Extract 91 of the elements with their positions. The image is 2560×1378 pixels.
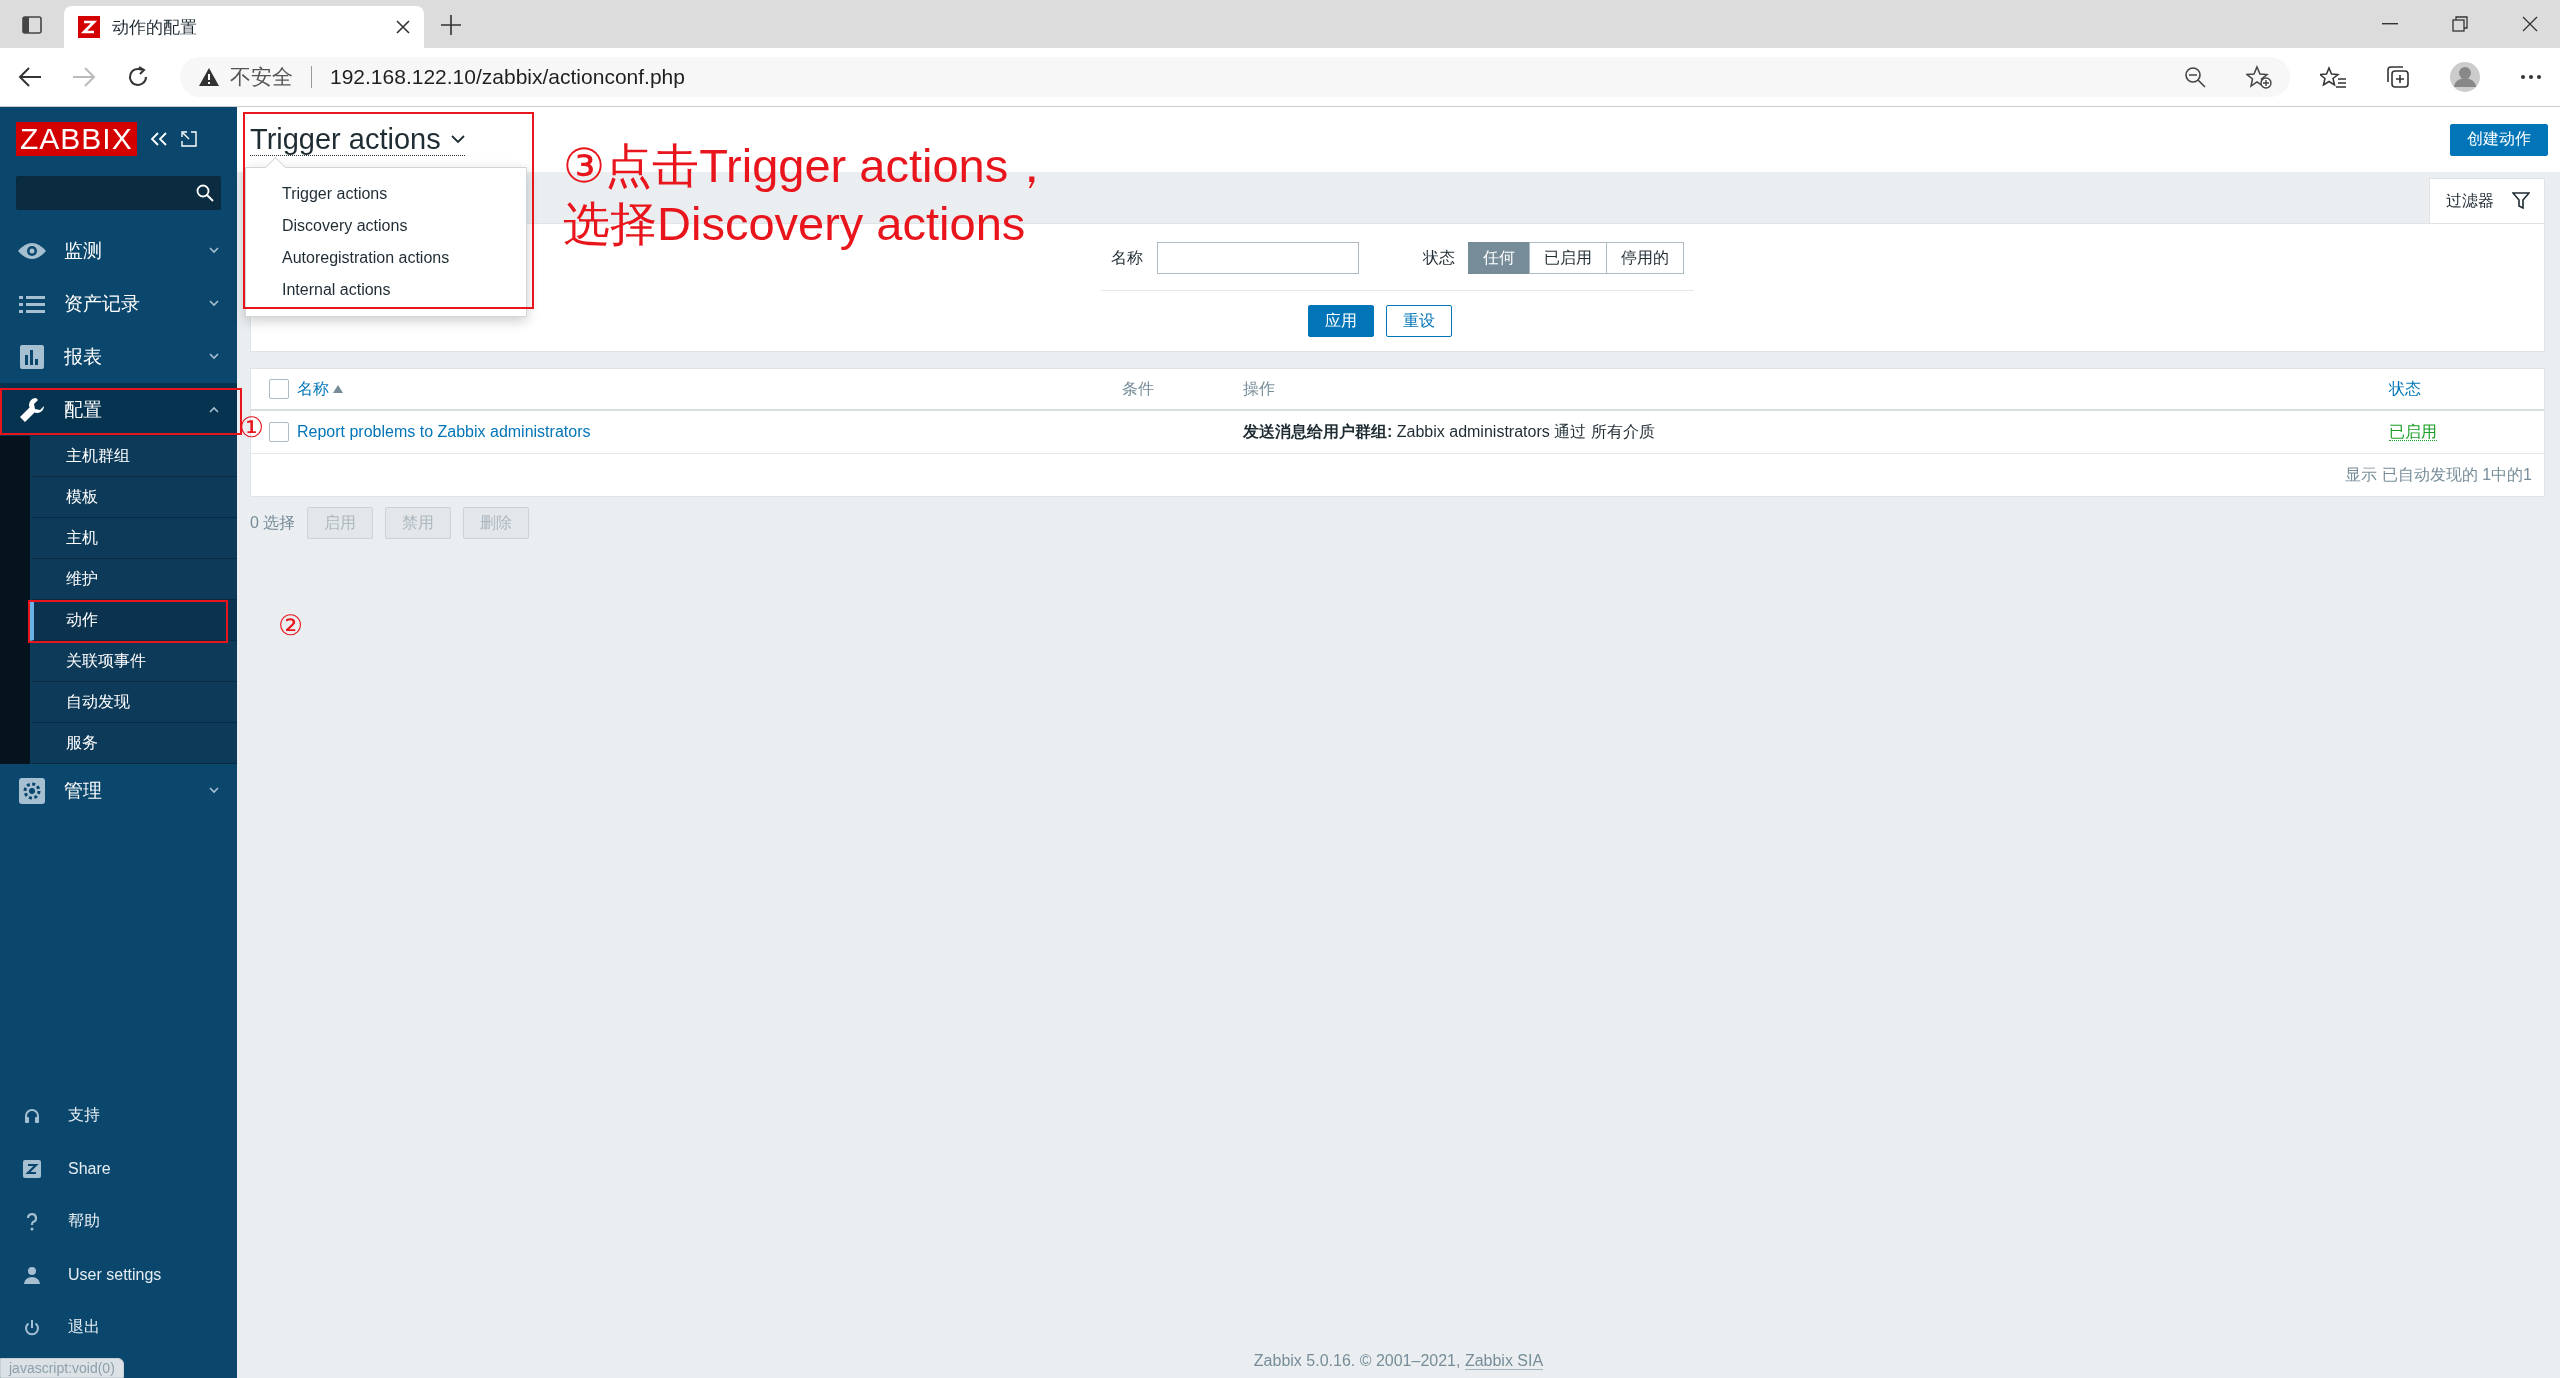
sidebar-link[interactable]: Share (0, 1142, 237, 1195)
step-marker: ① (239, 414, 265, 442)
create-action-button[interactable]: 创建动作 (2450, 123, 2548, 156)
chevron-icon (209, 247, 219, 254)
submenu-item[interactable]: 关联项事件 (30, 641, 237, 682)
eye-icon (17, 240, 47, 261)
restore-icon[interactable] (2452, 16, 2468, 32)
browser-tab[interactable]: 动作的配置 (64, 6, 424, 48)
step-marker: ② (278, 612, 304, 640)
column-header: 操作 (1243, 378, 1275, 399)
action-name-link[interactable]: Report problems to Zabbix administrators (297, 423, 591, 440)
table-summary: 显示 已自动发现的 1中的1 (2345, 464, 2532, 485)
status-option[interactable]: 停用的 (1606, 242, 1684, 274)
user-icon (23, 1265, 41, 1284)
favorites-icon[interactable] (2320, 66, 2346, 88)
url-text: 192.168.122.10/zabbix/actionconf.php (330, 65, 685, 89)
add-favorite-icon[interactable] (2246, 65, 2272, 89)
status-label: 状态 (1423, 247, 1455, 268)
more-icon[interactable] (2520, 74, 2542, 80)
annotation-text: 选择Discovery actions (563, 196, 1027, 252)
menu-item[interactable]: 报表 (0, 330, 237, 383)
dropdown-item[interactable]: Trigger actions (246, 178, 526, 210)
close-icon[interactable] (396, 20, 410, 34)
filter-tab[interactable]: 过滤器 (2429, 178, 2545, 223)
profile-icon[interactable] (2450, 62, 2480, 92)
menu-item[interactable]: 配置 (0, 383, 237, 436)
apply-button[interactable]: 应用 (1307, 305, 1374, 337)
sidebar-link[interactable]: 支持 (0, 1089, 237, 1142)
caret-icon (450, 134, 465, 144)
url-tooltip: javascript:void(0) (0, 1358, 124, 1378)
name-label: 名称 (1111, 247, 1143, 268)
list-icon (19, 294, 45, 313)
chevron-icon (209, 787, 219, 794)
new-tab-icon[interactable] (440, 14, 462, 36)
search-icon[interactable] (196, 184, 214, 202)
footer-text: Zabbix 5.0.16. © 2001–2021, Zabbix SIA (1253, 1352, 1544, 1370)
menu-item[interactable]: 监测 (0, 224, 237, 277)
zabbix-logo[interactable]: ZABBIX (16, 122, 137, 156)
power-icon (23, 1318, 41, 1337)
close-window-icon[interactable] (2522, 16, 2538, 32)
collapse-icon[interactable] (148, 131, 169, 147)
chevron-icon (209, 353, 219, 360)
row-checkbox[interactable] (269, 422, 289, 442)
kiosk-mode-icon[interactable] (180, 131, 197, 147)
page-title-dropdown[interactable]: Trigger actions (250, 123, 465, 156)
share-icon (23, 1159, 41, 1178)
sidebar-link[interactable]: 退出 (0, 1301, 237, 1354)
bar-chart-icon (20, 344, 44, 369)
dropdown-item[interactable]: Internal actions (246, 274, 526, 306)
help-icon (26, 1211, 38, 1232)
submenu-item[interactable]: 自动发现 (30, 682, 237, 723)
submenu-item[interactable]: 维护 (30, 559, 237, 600)
tab-actions-icon[interactable] (22, 16, 42, 34)
dropdown-item[interactable]: Discovery actions (246, 210, 526, 242)
column-header[interactable]: 名称 (297, 378, 329, 400)
search-field[interactable] (16, 176, 221, 210)
column-header[interactable]: 状态 (2389, 378, 2421, 400)
status-option[interactable]: 已启用 (1529, 242, 1607, 274)
wrench-icon (19, 396, 45, 423)
chevron-icon (209, 406, 219, 413)
zoom-out-icon[interactable] (2184, 66, 2206, 88)
minimize-icon[interactable] (2382, 23, 2398, 25)
reset-button[interactable]: 重设 (1385, 305, 1452, 337)
sidebar-link[interactable]: 帮助 (0, 1195, 237, 1248)
headset-icon (23, 1106, 41, 1125)
selected-count: 0 选择 (250, 512, 296, 533)
submenu-item[interactable]: 动作 (30, 600, 237, 641)
reload-icon[interactable] (126, 65, 150, 89)
menu-item[interactable]: 管理 (0, 764, 237, 817)
filter-icon (2512, 192, 2530, 210)
submenu-item[interactable]: 主机 (30, 518, 237, 559)
chevron-icon (209, 300, 219, 307)
address-bar[interactable]: 不安全 192.168.122.10/zabbix/actionconf.php (180, 57, 2290, 97)
submenu-item[interactable]: 服务 (30, 723, 237, 764)
back-icon[interactable] (18, 66, 42, 88)
column-header: 条件 (1122, 378, 1154, 399)
warning-icon (198, 67, 220, 87)
operation-text: 发送消息给用户群组: Zabbix administrators 通过 所有介质 (1243, 422, 1655, 440)
submenu-item[interactable]: 模板 (30, 477, 237, 518)
select-all-checkbox[interactable] (269, 379, 289, 399)
submenu-item[interactable]: 主机群组 (30, 436, 237, 477)
annotation-text: ③点击Trigger actions， (563, 138, 1056, 194)
gear-icon (19, 777, 45, 804)
status-link[interactable]: 已启用 (2389, 422, 2437, 441)
menu-item[interactable]: 资产记录 (0, 277, 237, 330)
sidebar-link[interactable]: User settings (0, 1248, 237, 1301)
zabbix-favicon-icon (78, 16, 100, 38)
dropdown-item[interactable]: Autoregistration actions (246, 242, 526, 274)
collections-icon[interactable] (2386, 65, 2410, 89)
name-input[interactable] (1157, 242, 1359, 274)
security-label: 不安全 (230, 64, 293, 90)
